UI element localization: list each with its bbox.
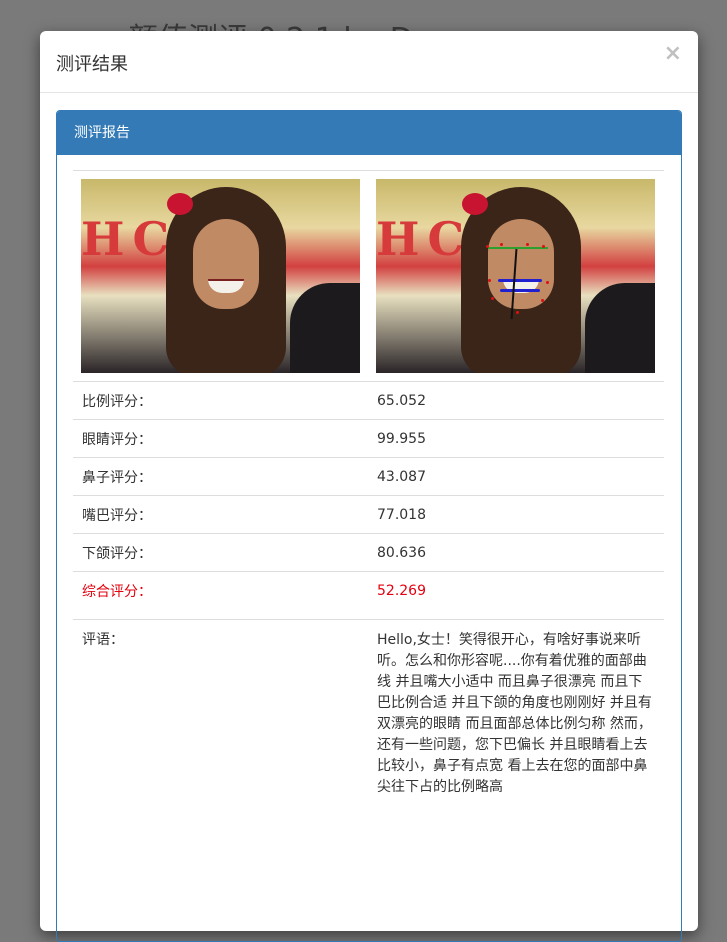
landmark-dot xyxy=(516,311,519,314)
landmark-dot xyxy=(491,297,494,300)
close-button[interactable]: × xyxy=(664,43,682,65)
result-modal: 测评结果 × 测评报告 HCVF xyxy=(40,31,698,942)
landmark-dot xyxy=(500,243,503,246)
score-label: 眼睛评分： xyxy=(73,419,368,458)
comment-row: 评语： Hello,女士！笑得很开心，有啥好事说来听听。怎么和你形容呢....你… xyxy=(73,619,664,798)
annotated-photo-cell: HCVF xyxy=(368,170,664,382)
modal-title: 测评结果 xyxy=(56,54,128,75)
landmark-dot xyxy=(488,279,491,282)
landmark-line xyxy=(488,247,548,249)
score-value: 77.018 xyxy=(368,495,664,534)
report-panel: 测评报告 HCVF xyxy=(56,110,682,942)
landmark-dot xyxy=(541,299,544,302)
annotated-photo: HCVF xyxy=(376,179,655,373)
report-table: HCVF HCVF xyxy=(73,170,664,798)
original-photo: HCVF xyxy=(81,179,360,373)
panel-heading: 测评报告 xyxy=(57,111,681,155)
score-value: 99.955 xyxy=(368,419,664,458)
total-score-value: 52.269 xyxy=(368,571,664,609)
landmark-dot xyxy=(486,245,489,248)
score-row-jaw: 下颌评分： 80.636 xyxy=(73,533,664,572)
landmark-dot xyxy=(546,281,549,284)
total-score-row: 综合评分： 52.269 xyxy=(73,571,664,609)
image-row: HCVF HCVF xyxy=(73,170,664,382)
score-value: 43.087 xyxy=(368,457,664,496)
score-label: 嘴巴评分： xyxy=(73,495,368,534)
score-row-nose: 鼻子评分： 43.087 xyxy=(73,457,664,496)
original-photo-cell: HCVF xyxy=(73,170,368,382)
score-label: 下颌评分： xyxy=(73,533,368,572)
score-value: 65.052 xyxy=(368,381,664,420)
landmark-line xyxy=(500,289,540,292)
comment-text: Hello,女士！笑得很开心，有啥好事说来听听。怎么和你形容呢....你有着优雅… xyxy=(368,619,664,798)
panel-body: HCVF HCVF xyxy=(57,170,681,798)
score-row-mouth: 嘴巴评分： 77.018 xyxy=(73,495,664,534)
score-row-eyes: 眼睛评分： 99.955 xyxy=(73,419,664,458)
landmark-dot xyxy=(542,245,545,248)
score-label: 鼻子评分： xyxy=(73,457,368,496)
score-row-proportion: 比例评分： 65.052 xyxy=(73,381,664,420)
landmark-dot xyxy=(526,243,529,246)
score-value: 80.636 xyxy=(368,533,664,572)
landmark-line xyxy=(498,279,542,282)
total-score-label: 综合评分： xyxy=(73,571,368,609)
score-label: 比例评分： xyxy=(73,381,368,420)
comment-label: 评语： xyxy=(73,619,368,798)
modal-header: 测评结果 × xyxy=(40,31,698,93)
